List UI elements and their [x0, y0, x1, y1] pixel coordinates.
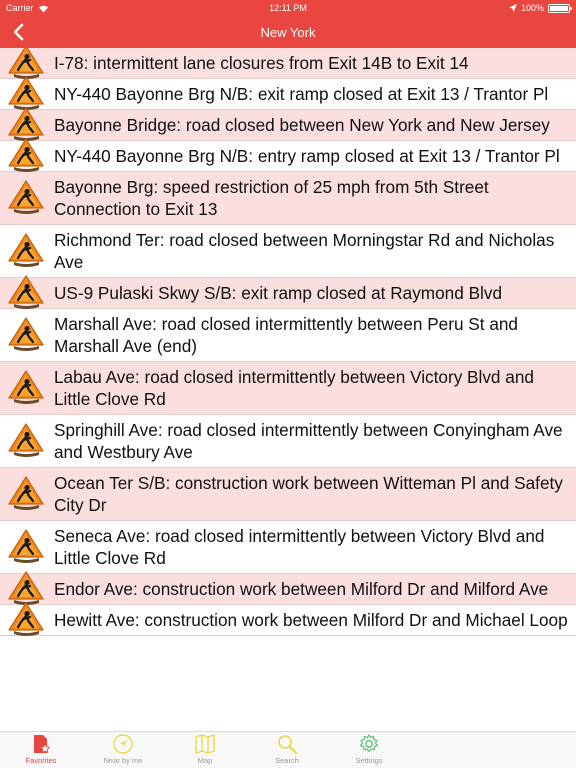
list-item[interactable]: Ocean Ter S/B: construction work between…	[0, 468, 576, 521]
list-item-text: I-78: intermittent lane closures from Ex…	[54, 53, 469, 73]
list-item[interactable]: Marshall Ave: road closed intermittently…	[0, 309, 576, 362]
construction-worker-icon	[6, 315, 46, 355]
list-item[interactable]: Bayonne Brg: speed restriction of 25 mph…	[0, 172, 576, 225]
list-item-text: US-9 Pulaski Skwy S/B: exit ramp closed …	[54, 283, 502, 303]
settings-icon	[359, 734, 379, 753]
list-item[interactable]: Seneca Ave: road closed intermittently b…	[0, 521, 576, 574]
favorites-icon	[34, 735, 51, 754]
status-bar: Carrier 12:11 PM 100%	[0, 0, 576, 16]
list-item[interactable]: Springhill Ave: road closed intermittent…	[0, 415, 576, 468]
battery-icon	[548, 3, 572, 13]
tab-map-label: Map	[197, 756, 213, 765]
construction-worker-icon	[6, 178, 46, 218]
list-item-text: NY-440 Bayonne Brg N/B: entry ramp close…	[54, 146, 560, 166]
tab-settings[interactable]: Settings	[328, 732, 410, 768]
tab-settings-label: Settings	[355, 756, 383, 765]
chevron-left-icon	[13, 23, 24, 41]
tab-search-label: Search	[275, 756, 299, 765]
list-item[interactable]: Richmond Ter: road closed between Mornin…	[0, 225, 576, 278]
tab-map[interactable]: Map	[164, 732, 246, 768]
list-item-text: Bayonne Bridge: road closed between New …	[54, 115, 550, 135]
tab-near-by-me[interactable]: Near by me	[82, 732, 164, 768]
tab-bar: Favorites Near by me Map Search Settings	[0, 731, 576, 768]
list-item[interactable]: Labau Ave: road closed intermittently be…	[0, 362, 576, 415]
construction-worker-icon	[6, 368, 46, 408]
list-item-text: NY-440 Bayonne Brg N/B: exit ramp closed…	[54, 84, 549, 104]
list-item-text: Richmond Ter: road closed between Mornin…	[54, 230, 555, 272]
search-icon	[278, 735, 297, 754]
list-item[interactable]: NY-440 Bayonne Brg N/B: exit ramp closed…	[0, 76, 576, 110]
construction-worker-icon	[6, 231, 46, 271]
list-item-text: Marshall Ave: road closed intermittently…	[54, 314, 518, 356]
construction-worker-icon	[6, 136, 46, 176]
tab-search[interactable]: Search	[246, 732, 328, 768]
list-item[interactable]: Hewitt Ave: construction work between Mi…	[0, 602, 576, 636]
tab-near-by-me-label: Near by me	[103, 756, 143, 765]
location-arrow-icon	[508, 4, 517, 12]
status-left: Carrier	[6, 3, 49, 13]
list-item-text: Ocean Ter S/B: construction work between…	[54, 473, 563, 515]
carrier-label: Carrier	[6, 3, 34, 13]
page-title: New York	[260, 24, 316, 40]
list-item-text: Springhill Ave: road closed intermittent…	[54, 420, 563, 462]
near-by-me-icon	[113, 734, 133, 754]
list-item-text: Seneca Ave: road closed intermittently b…	[54, 526, 545, 568]
list-item[interactable]: Bayonne Bridge: road closed between New …	[0, 107, 576, 141]
incident-list[interactable]: I-78: intermittent lane closures from Ex…	[0, 48, 576, 731]
wifi-icon	[38, 5, 48, 12]
status-right: 100%	[508, 3, 572, 13]
map-icon	[195, 734, 215, 754]
list-item[interactable]: I-78: intermittent lane closures from Ex…	[0, 48, 576, 79]
construction-worker-icon	[6, 600, 46, 640]
list-item-text: Bayonne Brg: speed restriction of 25 mph…	[54, 177, 489, 219]
construction-worker-icon	[6, 273, 46, 313]
construction-worker-icon	[6, 421, 46, 461]
navigation-bar: New York	[0, 16, 576, 48]
list-item[interactable]: Endor Ave: construction work between Mil…	[0, 571, 576, 605]
back-button[interactable]	[4, 16, 32, 48]
status-time: 12:11 PM	[269, 3, 307, 13]
tab-favorites-label: Favorites	[25, 756, 57, 765]
list-item-text: Labau Ave: road closed intermittently be…	[54, 367, 534, 409]
battery-percent: 100%	[520, 3, 544, 13]
list-item[interactable]: NY-440 Bayonne Brg N/B: entry ramp close…	[0, 138, 576, 172]
list-item-text: Endor Ave: construction work between Mil…	[54, 579, 549, 599]
list-item-text: Hewitt Ave: construction work between Mi…	[54, 610, 568, 630]
construction-worker-icon	[6, 527, 46, 567]
tab-favorites[interactable]: Favorites	[0, 732, 82, 768]
list-item[interactable]: US-9 Pulaski Skwy S/B: exit ramp closed …	[0, 275, 576, 309]
construction-worker-icon	[6, 474, 46, 514]
